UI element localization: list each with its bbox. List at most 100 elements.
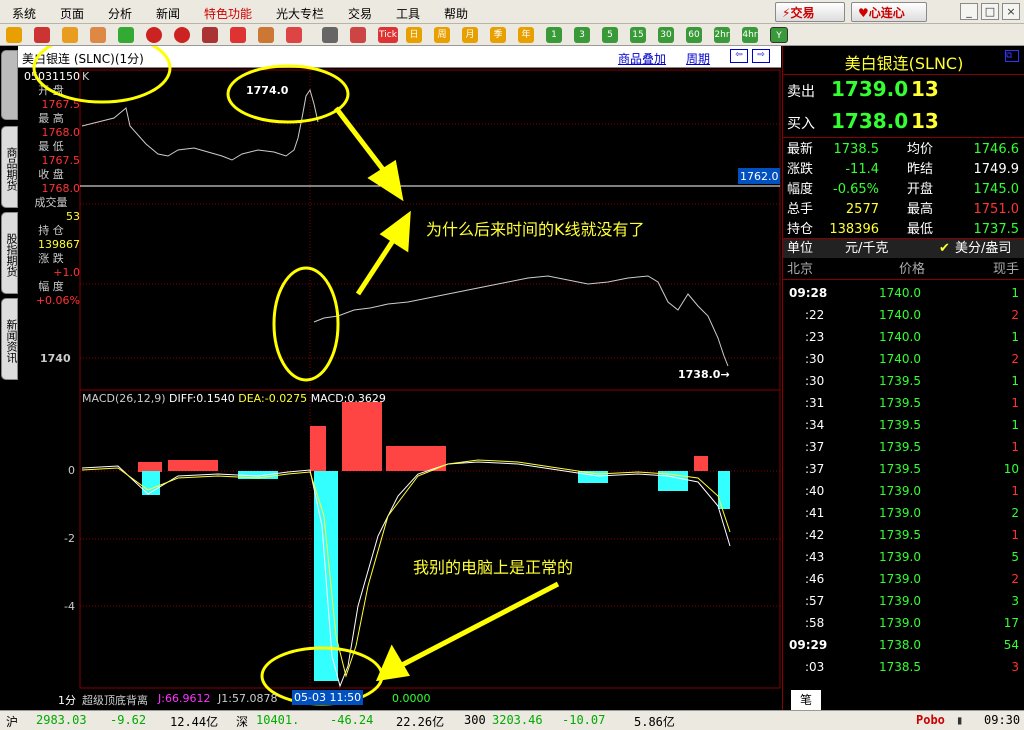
tick-head-price: 价格 bbox=[899, 262, 926, 277]
tick-qty: 1 bbox=[1011, 374, 1019, 388]
macd-tick-neg4: -4 bbox=[64, 600, 75, 613]
macd-tick-neg2: -2 bbox=[64, 532, 75, 545]
xinlian-button[interactable]: ♥心连心 bbox=[851, 2, 927, 22]
price-line-late bbox=[313, 275, 729, 367]
quote-stats: 最新 1738.5 均价 1746.6 涨跌 -11.4 昨结 1749.9 幅度 -0.65… bbox=[783, 140, 1024, 240]
table-icon[interactable] bbox=[322, 27, 338, 43]
h300-index: 3203.46 bbox=[492, 713, 543, 727]
period-1-button[interactable]: 1 bbox=[546, 27, 562, 43]
pobo-logo: Pobo bbox=[916, 713, 945, 727]
menu-tools[interactable]: 工具 bbox=[396, 5, 420, 22]
tab-commodity-futures[interactable]: 商品期货 bbox=[1, 126, 18, 208]
period-label[interactable]: 1分 bbox=[58, 692, 76, 708]
tick-row: 09:29 1738.0 54 bbox=[783, 634, 1024, 656]
tick-row: :37 1739.5 10 bbox=[783, 458, 1024, 480]
period-5-button[interactable]: 5 bbox=[602, 27, 618, 43]
tick-row: 09:28 1740.0 1 bbox=[783, 282, 1024, 304]
period-3-button[interactable]: 3 bbox=[574, 27, 590, 43]
period-30-button[interactable]: 30 bbox=[658, 27, 674, 43]
menu-features[interactable]: 特色功能 bbox=[204, 5, 252, 22]
annotation-note: 我别的电脑上是正常的 bbox=[413, 558, 574, 577]
tick-button[interactable]: Tick bbox=[378, 27, 398, 43]
tick-price: 1739.5 bbox=[879, 418, 921, 432]
day-button[interactable]: 日 bbox=[406, 27, 422, 43]
zoom-out-icon[interactable] bbox=[174, 27, 190, 43]
chart-area[interactable]: 美白银连 (SLNC)(1分) 商品叠加 周期 ⇦ ⇨ K 05031150 开… bbox=[18, 46, 781, 714]
week-button[interactable]: 周 bbox=[434, 27, 450, 43]
stat-value: 1746.6 bbox=[973, 142, 1020, 157]
sell-price: 1739.0 bbox=[831, 77, 909, 101]
tick-qty: 17 bbox=[1003, 616, 1019, 630]
home-icon[interactable] bbox=[34, 27, 50, 43]
popout-icon[interactable]: ⧉ bbox=[1005, 50, 1019, 62]
tick-list: 09:28 1740.0 1:22 1740.0 2:23 1740.0 1:30 1740.… bbox=[783, 282, 1024, 678]
stat-label: 持仓 bbox=[787, 222, 814, 237]
tick-time: :46 bbox=[805, 572, 825, 586]
indicator-name[interactable]: 超级顶底背离 bbox=[82, 692, 148, 708]
stat-label: 最新 bbox=[787, 142, 814, 157]
tick-price: 1740.0 bbox=[879, 308, 921, 322]
tick-price: 1740.0 bbox=[879, 330, 921, 344]
book-icon[interactable] bbox=[62, 27, 78, 43]
restore-button[interactable]: □ bbox=[981, 3, 999, 20]
menu-analysis[interactable]: 分析 bbox=[108, 5, 132, 22]
menu-system[interactable]: 系统 bbox=[12, 5, 36, 22]
stat-row: 涨跌 -11.4 昨结 1749.9 bbox=[783, 160, 1024, 180]
tick-price: 1739.0 bbox=[879, 506, 921, 520]
tick-qty: 3 bbox=[1011, 660, 1019, 674]
period-4hr-button[interactable]: 4hr bbox=[742, 27, 758, 43]
period-15-button[interactable]: 15 bbox=[630, 27, 646, 43]
period-60-button[interactable]: 60 bbox=[686, 27, 702, 43]
back-arrow-icon[interactable] bbox=[6, 27, 22, 43]
zoom-in-icon[interactable] bbox=[146, 27, 162, 43]
price-tick-1740: 1740 bbox=[40, 352, 71, 365]
tick-price: 1739.0 bbox=[879, 484, 921, 498]
window-icon[interactable] bbox=[202, 27, 218, 43]
tab-bi[interactable]: 笔 bbox=[791, 690, 821, 710]
tick-price: 1739.5 bbox=[879, 528, 921, 542]
tab-active[interactable] bbox=[1, 50, 18, 120]
draw-tool-icon[interactable] bbox=[258, 27, 274, 43]
bars-icon[interactable] bbox=[350, 27, 366, 43]
tick-qty: 3 bbox=[1011, 594, 1019, 608]
chart-icon[interactable] bbox=[90, 27, 106, 43]
pen-icon[interactable] bbox=[230, 27, 246, 43]
refresh-icon[interactable] bbox=[118, 27, 134, 43]
tick-qty: 1 bbox=[1011, 286, 1019, 300]
year-button[interactable]: 年 bbox=[518, 27, 534, 43]
h300-amount: 5.86亿 bbox=[634, 715, 675, 729]
stat-value: 1738.5 bbox=[833, 142, 880, 157]
period-2hr-button[interactable]: 2hr bbox=[714, 27, 730, 43]
menu-page[interactable]: 页面 bbox=[60, 5, 84, 22]
tab-news[interactable]: 新闻资讯 bbox=[1, 298, 18, 380]
stat-row: 总手 2577 最高 1751.0 bbox=[783, 200, 1024, 220]
menu-news[interactable]: 新闻 bbox=[156, 5, 180, 22]
month-button[interactable]: 月 bbox=[462, 27, 478, 43]
tick-price: 1740.0 bbox=[879, 286, 921, 300]
stat-value: 1737.5 bbox=[973, 222, 1020, 237]
tab-index-futures[interactable]: 股指期货 bbox=[1, 212, 18, 294]
menu-everbright[interactable]: 光大专栏 bbox=[276, 5, 324, 22]
tick-time: :03 bbox=[805, 660, 825, 674]
annotation-question: 为什么后来时间的K线就没有了 bbox=[426, 220, 645, 239]
quote-title: 美白银连(SLNC) bbox=[844, 54, 964, 73]
tick-row: :03 1738.5 3 bbox=[783, 656, 1024, 678]
buy-label: 买入 bbox=[787, 116, 815, 132]
menu-trade[interactable]: 交易 bbox=[348, 5, 372, 22]
tick-qty: 2 bbox=[1011, 308, 1019, 322]
stat-row: 幅度 -0.65% 开盘 1745.0 bbox=[783, 180, 1024, 200]
heart-icon: ♥ bbox=[858, 6, 869, 20]
menu-help[interactable]: 帮助 bbox=[444, 5, 468, 22]
cursor-time: 05-03 11:50 bbox=[292, 690, 364, 705]
unit-alt[interactable]: 美分/盎司 bbox=[955, 239, 1011, 259]
unit-value[interactable]: 元/千克 bbox=[845, 239, 888, 259]
trade-button[interactable]: ⚡交易 bbox=[775, 2, 845, 22]
tick-price: 1739.5 bbox=[879, 440, 921, 454]
tick-row: :58 1739.0 17 bbox=[783, 612, 1024, 634]
funnel-icon[interactable] bbox=[286, 27, 302, 43]
season-button[interactable]: 季 bbox=[490, 27, 506, 43]
y-button[interactable]: Y bbox=[770, 27, 788, 43]
minimize-button[interactable]: _ bbox=[960, 3, 978, 20]
tick-row: :31 1739.5 1 bbox=[783, 392, 1024, 414]
close-button[interactable]: × bbox=[1002, 3, 1020, 20]
